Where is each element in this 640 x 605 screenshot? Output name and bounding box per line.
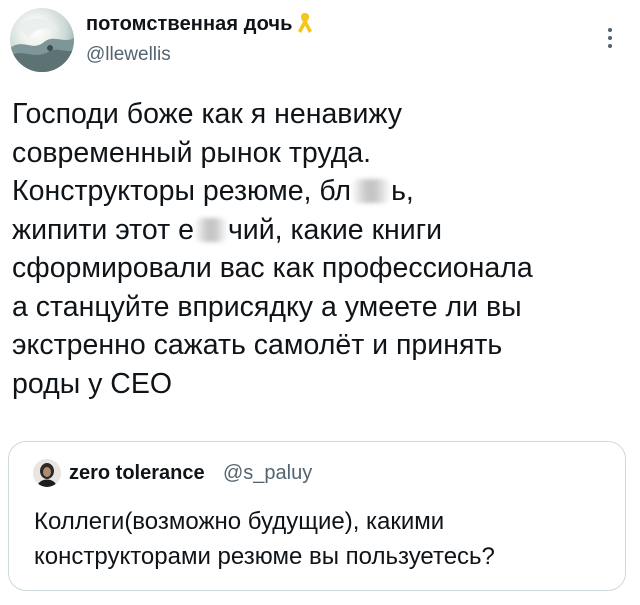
author-name-row: потомственная дочь xyxy=(86,10,315,38)
tweet-line: а станцуйте вприсядку а умеете ли вы xyxy=(12,290,522,323)
tweet-line: современный рынок труда. xyxy=(12,136,372,169)
quoted-line: Коллеги(возможно будущие), какими xyxy=(34,508,445,535)
tweet-line: жипити этот е чий, какие книги xyxy=(12,213,443,246)
tweet-line: Господи боже как я ненавижу xyxy=(12,98,402,130)
quoted-handle[interactable]: @s_paluy xyxy=(223,462,312,485)
quoted-display-name[interactable]: zero tolerance xyxy=(69,462,205,485)
quoted-tweet[interactable]: zero tolerance @s_paluy Коллеги(возможно… xyxy=(8,441,626,591)
more-options-icon[interactable] xyxy=(600,26,620,50)
censor-blur xyxy=(351,179,392,203)
avatar[interactable] xyxy=(10,8,74,72)
tweet-line: экстренно сажать самолёт и принять xyxy=(12,329,503,361)
yellow-ribbon-icon xyxy=(297,13,312,33)
tweet-line: Конструкторы резюме, бл ь, xyxy=(12,175,414,207)
censor-blur xyxy=(193,217,228,242)
tweet-text: Господи боже как я ненавижу современный … xyxy=(12,95,630,403)
quoted-line: конструкторами резюме вы пользуетесь? xyxy=(34,543,495,570)
avatar-image xyxy=(10,18,74,72)
author-handle[interactable]: @llewellis xyxy=(86,44,171,66)
quoted-avatar[interactable] xyxy=(33,459,61,487)
tweet-line: роды у CEO xyxy=(12,367,173,400)
author-display-name[interactable]: потомственная дочь xyxy=(86,13,293,36)
tweet-line: сформировали вас как профессионала xyxy=(12,252,533,284)
quoted-text: Коллеги(возможно будущие), какими констр… xyxy=(34,504,619,574)
tweet: потомственная дочь @llewellis Господи бо… xyxy=(0,0,640,605)
